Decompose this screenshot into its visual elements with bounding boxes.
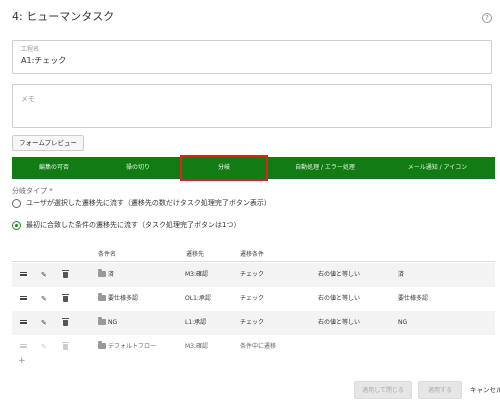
memo-field[interactable]: メモ [12,84,492,128]
radio-label: 最初に合致した条件の遷移先に流す（タスク処理完了ボタンは1つ） [26,221,241,229]
edit-icon[interactable]: ✎ [41,272,47,279]
drag-handle-icon [20,344,27,348]
radio-button[interactable] [12,199,21,208]
folder-icon [98,341,106,349]
condition-field: チェック [240,271,265,278]
apply-button[interactable]: 適用する [418,381,462,399]
dialog-title: 4: ヒューマンタスク [12,10,115,23]
condition-name: デフォルトフロー [108,343,157,350]
trash-icon[interactable] [62,318,69,326]
condition-name: 済 [108,271,115,278]
drag-handle-icon[interactable] [20,296,27,300]
step-name-label: 工程名 [21,46,40,53]
edit-icon[interactable]: ✎ [41,296,47,303]
column-header-destination: 遷移先 [186,251,205,258]
folder-icon [98,293,106,301]
header-divider [12,261,495,262]
trash-icon[interactable] [62,270,69,278]
edit-icon: ✎ [41,343,47,351]
apply-close-button[interactable]: 適用して閉じる [354,381,412,399]
table-row-default: ✎ デフォルトフロー M3:確認 条件中に遷移 [12,335,495,359]
tab-switch[interactable]: 操の切り [96,157,180,179]
table-row: ✎ NG L1:承認 チェック 右の値と等しい NG [12,311,495,335]
condition-field: チェック [240,319,265,326]
tab-branch[interactable]: 分岐 [180,155,268,181]
trash-icon [62,342,69,350]
destination: M3:確認 [185,271,209,278]
trash-icon[interactable] [62,294,69,302]
tab-edit-permission[interactable]: 編集の可否 [12,157,96,179]
destination: M3:確認 [185,343,209,350]
help-icon[interactable]: ? [482,13,492,23]
destination: OL1:承認 [185,295,211,302]
cancel-button[interactable]: キャンセル [470,381,500,399]
drag-handle-icon[interactable] [20,272,27,276]
folder-icon [98,317,106,325]
table-row: ✎ 済 M3:確認 チェック 右の値と等しい 済 [12,263,495,287]
tab-bar: 編集の可否 操の切り 分岐 自動処理 / エラー処理 メール通知 / アイコン [12,155,495,181]
branch-type-label: 分岐タイプ * [12,187,53,195]
condition-value: 済 [398,271,405,278]
step-name-value[interactable]: A1:チェック [21,55,66,66]
condition-field: 条件中に遷移 [240,343,277,350]
column-header-condition: 遷移条件 [240,251,265,258]
add-condition-button[interactable]: + [18,356,26,366]
form-preview-button[interactable]: フォームプレビュー [12,135,84,151]
condition-value: NG [398,319,408,326]
radio-button-selected[interactable] [12,221,21,230]
table-row: ✎ 要仕様多認 OL1:承認 チェック 右の値と等しい 要仕様多認 [12,287,495,311]
condition-name: 要仕様多認 [108,295,139,302]
condition-field: チェック [240,295,265,302]
tab-mail-icon[interactable]: メール通知 / アイコン [380,157,495,179]
memo-placeholder: メモ [21,95,35,103]
condition-name: NG [108,319,118,326]
column-header-condition-name: 条件名 [98,251,117,258]
edit-icon[interactable]: ✎ [41,320,47,327]
tab-auto-processing[interactable]: 自動処理 / エラー処理 [270,157,380,179]
condition-value: 要仕様多認 [398,295,429,302]
condition-operator: 右の値と等しい [318,319,361,326]
condition-operator: 右の値と等しい [318,295,361,302]
condition-operator: 右の値と等しい [318,271,361,278]
folder-icon [98,269,106,277]
drag-handle-icon[interactable] [20,320,27,324]
destination: L1:承認 [185,319,207,326]
step-name-field[interactable]: 工程名 A1:チェック [12,40,492,74]
radio-label: ユーザが選択した遷移先に流す（遷移先の数だけタスク処理完了ボタン表示） [26,199,271,207]
